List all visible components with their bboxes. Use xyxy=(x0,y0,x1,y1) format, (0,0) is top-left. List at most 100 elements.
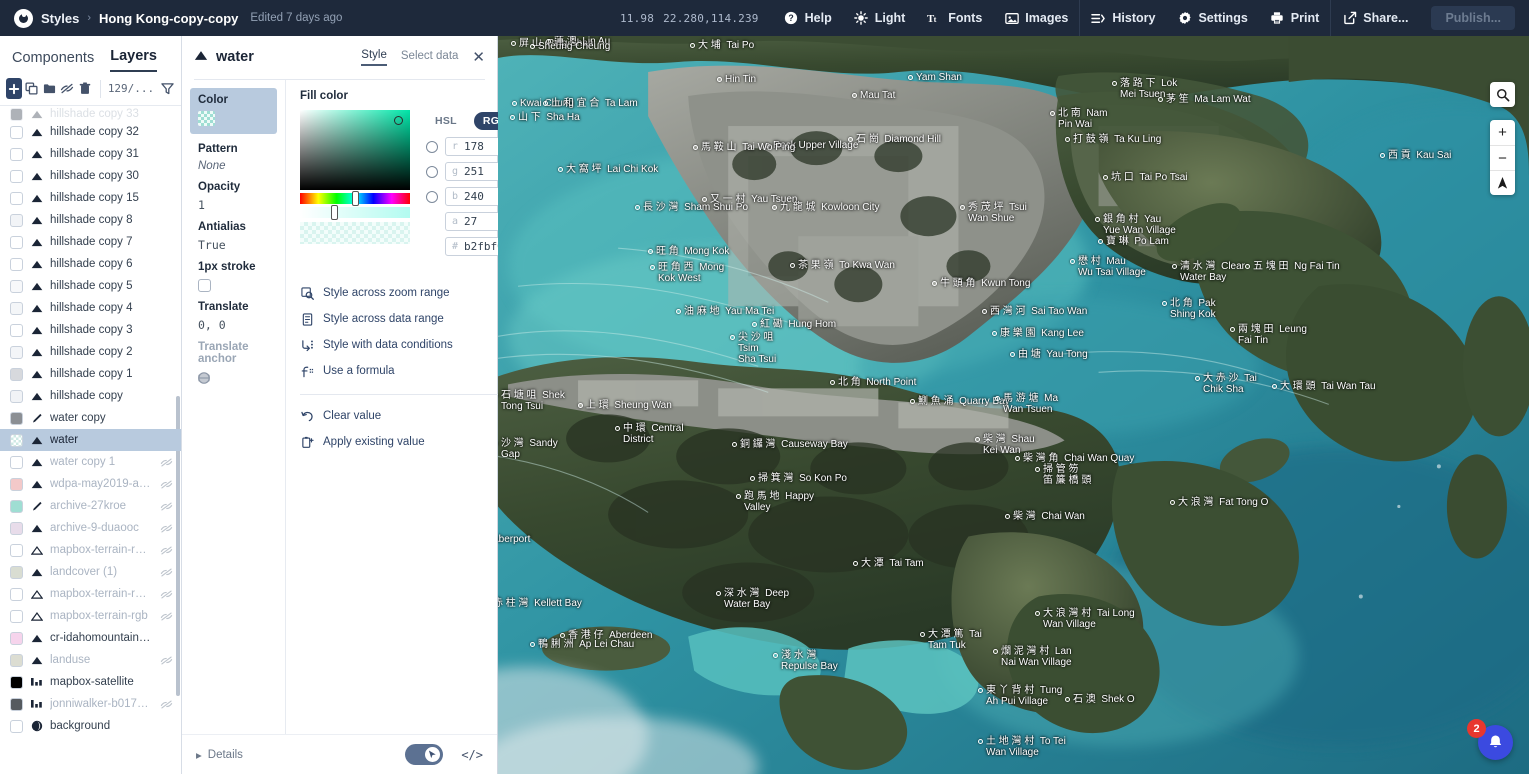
layer-color-swatch[interactable] xyxy=(10,610,23,623)
layer-row[interactable]: hillshade copy 6 xyxy=(0,253,181,275)
settings-button[interactable]: Settings xyxy=(1166,0,1258,36)
add-layer-button[interactable] xyxy=(6,78,22,99)
light-button[interactable]: Light xyxy=(843,0,917,36)
layer-color-swatch[interactable] xyxy=(10,214,23,227)
property-color-swatch[interactable] xyxy=(198,111,215,126)
layer-row[interactable]: mapbox-terrain-rgb (1) xyxy=(0,539,181,561)
layer-row[interactable]: hillshade copy xyxy=(0,385,181,407)
layer-color-swatch[interactable] xyxy=(10,566,23,579)
property-antialias[interactable]: Antialias True xyxy=(182,212,285,252)
layer-row[interactable]: water xyxy=(0,429,181,451)
layer-row[interactable]: hillshade copy 1 xyxy=(0,363,181,385)
layer-row[interactable]: hillshade copy 2 xyxy=(0,341,181,363)
layer-row[interactable]: mapbox-satellite xyxy=(0,671,181,693)
layer-color-swatch[interactable] xyxy=(10,654,23,667)
layer-row[interactable]: hillshade copy 3 xyxy=(0,319,181,341)
zoom-out-button[interactable]: − xyxy=(1490,145,1515,170)
delete-layer-button[interactable] xyxy=(77,78,93,99)
layer-row[interactable]: hillshade copy 33 xyxy=(0,107,181,121)
layer-row[interactable]: hillshade copy 15 xyxy=(0,187,181,209)
layer-color-swatch[interactable] xyxy=(10,148,23,161)
layer-color-swatch[interactable] xyxy=(10,192,23,205)
group-layers-button[interactable] xyxy=(42,78,58,99)
layer-color-swatch[interactable] xyxy=(10,698,23,711)
layer-color-swatch[interactable] xyxy=(10,434,23,447)
layer-row[interactable]: hillshade copy 7 xyxy=(0,231,181,253)
layer-color-swatch[interactable] xyxy=(10,236,23,249)
images-button[interactable]: Images xyxy=(993,0,1079,36)
layer-color-swatch[interactable] xyxy=(10,676,23,689)
layers-list[interactable]: hillshade copy 33hillshade copy 32hillsh… xyxy=(0,106,181,774)
layer-row[interactable]: hillshade copy 5 xyxy=(0,275,181,297)
map-viewport[interactable]: 屏 山 Ping Shan大 埔 Tai Po蓮 澳 Lin AuSheung … xyxy=(498,36,1529,774)
color-mode-hsl[interactable]: HSL xyxy=(426,112,466,130)
layer-visibility-toggle[interactable] xyxy=(159,523,173,534)
style-across-zoom-range-link[interactable]: Style across zoom range xyxy=(300,280,516,306)
layer-color-swatch[interactable] xyxy=(10,302,23,315)
layer-color-swatch[interactable] xyxy=(10,632,23,645)
search-icon[interactable] xyxy=(1490,82,1515,107)
layer-row[interactable]: jonniwalker-b01773rt xyxy=(0,693,181,715)
channel-radio-g[interactable] xyxy=(426,166,438,178)
cursor-toggle-button[interactable] xyxy=(405,744,443,765)
layer-visibility-toggle[interactable] xyxy=(159,545,173,556)
layer-color-swatch[interactable] xyxy=(10,280,23,293)
layer-visibility-toggle[interactable] xyxy=(159,611,173,622)
alpha-slider[interactable] xyxy=(300,207,410,218)
hue-slider[interactable] xyxy=(300,193,410,204)
layer-color-swatch[interactable] xyxy=(10,324,23,337)
saturation-value-picker[interactable] xyxy=(300,110,410,190)
channel-radio-b[interactable] xyxy=(426,191,438,203)
property-pattern[interactable]: Pattern None xyxy=(182,134,285,172)
layer-visibility-toggle[interactable] xyxy=(159,589,173,600)
history-button[interactable]: History xyxy=(1080,0,1166,36)
layer-row[interactable]: background xyxy=(0,715,181,737)
print-button[interactable]: Print xyxy=(1259,0,1330,36)
layer-color-swatch[interactable] xyxy=(10,456,23,469)
filter-button[interactable] xyxy=(159,78,175,99)
hue-slider-knob[interactable] xyxy=(352,191,359,206)
layer-visibility-toggle[interactable] xyxy=(159,655,173,666)
compass-icon[interactable] xyxy=(1490,170,1515,195)
tab-select-data[interactable]: Select data xyxy=(401,50,459,65)
property-translate[interactable]: Translate 0, 0 xyxy=(182,292,285,332)
alpha-slider-knob[interactable] xyxy=(331,205,338,220)
layer-row[interactable]: water copy 1 xyxy=(0,451,181,473)
layer-row[interactable]: cr-idahomountainranges-pu... xyxy=(0,627,181,649)
share-button[interactable]: Share... xyxy=(1331,0,1419,36)
layer-color-swatch[interactable] xyxy=(10,500,23,513)
map-zoom-controls[interactable]: + − xyxy=(1490,120,1515,195)
layer-row[interactable]: wdpa-may2019-aus-sha... xyxy=(0,473,181,495)
layer-visibility-toggle[interactable] xyxy=(159,457,173,468)
layer-row[interactable]: archive-27kroe xyxy=(0,495,181,517)
close-icon[interactable]: ✕ xyxy=(472,50,485,65)
layer-row[interactable]: water copy xyxy=(0,407,181,429)
layer-color-swatch[interactable] xyxy=(10,126,23,139)
layer-row[interactable]: hillshade copy 8 xyxy=(0,209,181,231)
map-search-control[interactable] xyxy=(1490,82,1515,107)
color-picker-handle[interactable] xyxy=(394,116,403,125)
layer-visibility-toggle[interactable] xyxy=(159,699,173,710)
layer-row[interactable]: hillshade copy 31 xyxy=(0,143,181,165)
layer-visibility-toggle[interactable] xyxy=(159,567,173,578)
zoom-range-indicator[interactable]: 129/... xyxy=(108,82,154,95)
tab-layers[interactable]: Layers xyxy=(110,48,157,72)
layer-color-swatch[interactable] xyxy=(10,170,23,183)
apply-existing-value-link[interactable]: Apply existing value xyxy=(300,429,516,455)
layer-color-swatch[interactable] xyxy=(10,544,23,557)
layer-color-swatch[interactable] xyxy=(10,346,23,359)
property-1px-stroke-checkbox[interactable] xyxy=(198,279,211,292)
code-view-button[interactable]: </> xyxy=(461,748,483,762)
layer-color-swatch[interactable] xyxy=(10,588,23,601)
layer-color-swatch[interactable] xyxy=(10,390,23,403)
hide-layers-button[interactable] xyxy=(59,78,75,99)
property-translate-anchor[interactable]: Translate anchor xyxy=(182,332,285,389)
details-toggle[interactable]: ▸ Details xyxy=(196,748,243,762)
layer-row[interactable]: hillshade copy 4 xyxy=(0,297,181,319)
help-button[interactable]: ? Help xyxy=(773,0,843,36)
layer-color-swatch[interactable] xyxy=(10,720,23,733)
layer-color-swatch[interactable] xyxy=(10,412,23,425)
breadcrumb-styles-link[interactable]: Styles xyxy=(41,11,79,26)
property-opacity[interactable]: Opacity 1 xyxy=(182,172,285,212)
duplicate-layer-button[interactable] xyxy=(24,78,40,99)
